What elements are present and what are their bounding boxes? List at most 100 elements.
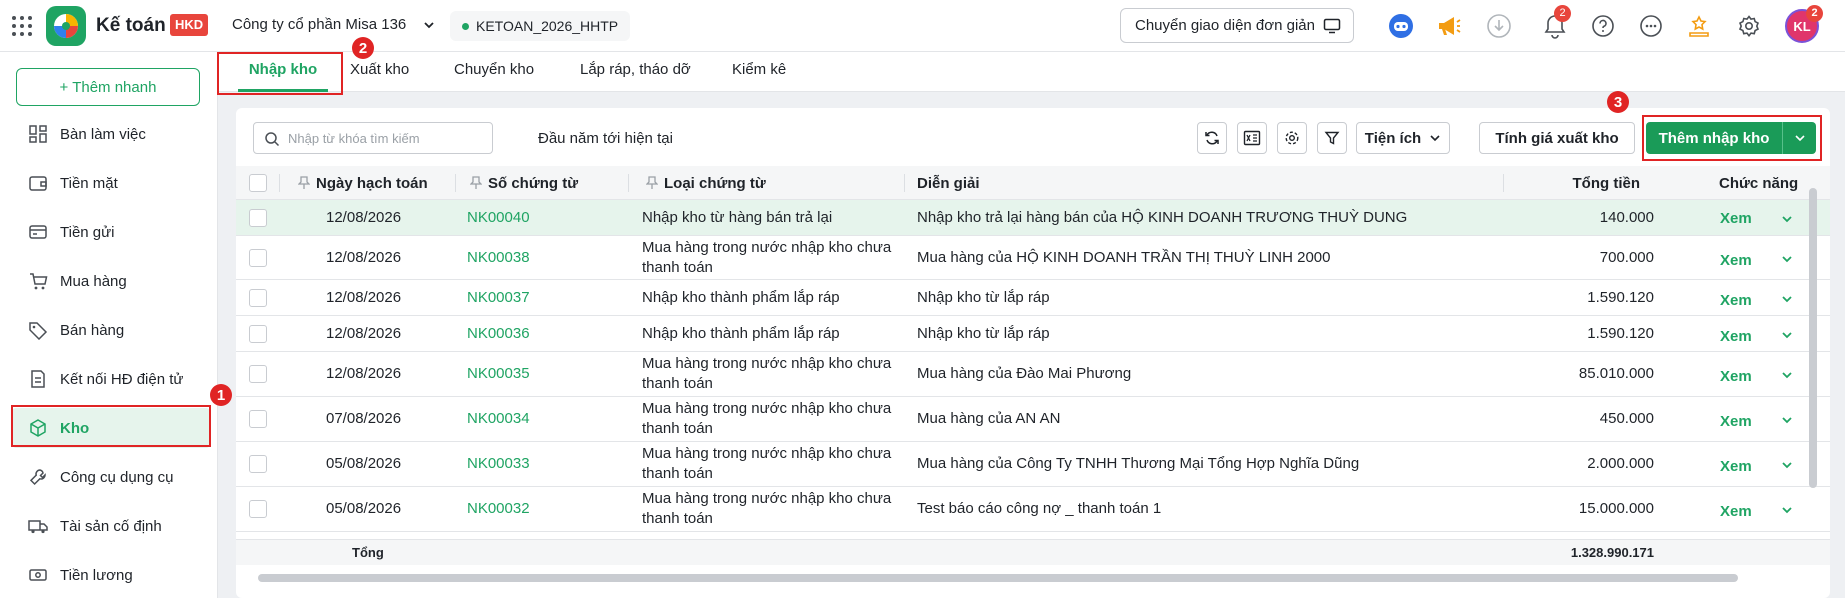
tab-assembly[interactable]: Lắp ráp, tháo dỡ <box>580 52 691 92</box>
row-checkbox[interactable] <box>249 365 267 383</box>
chevron-down-icon[interactable] <box>422 18 436 36</box>
sidebar-item-tools[interactable]: Công cụ dụng cụ <box>12 457 210 497</box>
sidebar-item-cash[interactable]: Tiền mặt <box>12 163 210 203</box>
cell-type: Nhập kho từ hàng bán trả lại <box>642 209 833 226</box>
col-desc-header[interactable]: Diễn giải <box>917 175 980 192</box>
view-link[interactable]: Xem <box>1720 328 1752 345</box>
table-row[interactable]: 12/08/2026 NK00035 Mua hàng trong nước n… <box>236 352 1830 397</box>
view-link[interactable]: Xem <box>1720 210 1752 227</box>
chevron-down-icon[interactable] <box>1781 213 1793 225</box>
table-row[interactable]: 05/08/2026 NK00033 Mua hàng trong nước n… <box>236 442 1830 487</box>
lamp-idea-icon[interactable] <box>1684 11 1714 41</box>
highlight-box-warehouse <box>11 405 211 447</box>
row-checkbox[interactable] <box>249 410 267 428</box>
col-total-header[interactable]: Tổng tiền <box>1573 175 1641 192</box>
sidebar-item-deposit[interactable]: Tiền gửi <box>12 212 210 252</box>
chevron-down-icon[interactable] <box>1781 253 1793 265</box>
row-checkbox[interactable] <box>249 325 267 343</box>
settings-button[interactable] <box>1277 122 1307 154</box>
tab-transfer[interactable]: Chuyển kho <box>454 52 534 92</box>
cell-number-link[interactable]: NK00035 <box>467 365 530 382</box>
cell-type: Mua hàng trong nước nhập kho chưa thanh … <box>642 400 892 437</box>
view-link[interactable]: Xem <box>1720 503 1752 520</box>
cell-number-link[interactable]: NK00033 <box>467 455 530 472</box>
period-filter[interactable]: Đầu năm tới hiện tại <box>538 130 673 147</box>
tab-inventory-check[interactable]: Kiểm kê <box>732 52 786 92</box>
cell-number-link[interactable]: NK00037 <box>467 289 530 306</box>
chevron-down-icon[interactable] <box>1781 369 1793 381</box>
highlight-box-add-receipt <box>1642 115 1822 161</box>
chevron-down-icon[interactable] <box>1781 504 1793 516</box>
table-row[interactable]: 05/08/2026 NK00032 Mua hàng trong nước n… <box>236 487 1830 532</box>
sidebar-item-label: Tiền lương <box>60 566 133 584</box>
sidebar-item-dashboard[interactable]: Bàn làm việc <box>12 114 210 154</box>
table-row[interactable]: 12/08/2026 NK00040 Nhập kho từ hàng bán … <box>236 200 1830 236</box>
row-checkbox[interactable] <box>249 455 267 473</box>
cell-number-link[interactable]: NK00034 <box>467 410 530 427</box>
user-avatar[interactable]: KL 2 <box>1785 5 1823 43</box>
sidebar-item-salary[interactable]: Tiền lương <box>12 555 210 595</box>
app-grid-icon[interactable] <box>12 16 32 36</box>
simple-ui-button[interactable]: Chuyển giao diện đơn giản <box>1120 8 1354 43</box>
cell-number-link[interactable]: NK00038 <box>467 249 530 266</box>
col-type-header[interactable]: Loại chứng từ <box>664 175 766 192</box>
step-1-marker: 1 <box>210 384 232 406</box>
cell-number-link[interactable]: NK00032 <box>467 500 530 517</box>
chevron-down-icon[interactable] <box>1781 459 1793 471</box>
column-divider <box>628 174 629 192</box>
view-link[interactable]: Xem <box>1720 458 1752 475</box>
company-selector[interactable]: Công ty cổ phần Misa 136 <box>232 16 406 33</box>
table-row[interactable]: 12/08/2026 NK00038 Mua hàng trong nước n… <box>236 236 1830 280</box>
cell-number-link[interactable]: NK00040 <box>467 209 530 226</box>
megaphone-icon[interactable] <box>1434 11 1464 41</box>
calc-issue-price-button[interactable]: Tính giá xuất kho <box>1479 122 1635 154</box>
simple-ui-label: Chuyển giao diện đơn giản <box>1135 17 1315 34</box>
cell-type: Nhập kho thành phẩm lắp ráp <box>642 289 840 306</box>
chevron-down-icon[interactable] <box>1781 293 1793 305</box>
utilities-button[interactable]: Tiện ích <box>1356 122 1450 154</box>
table-row[interactable]: 07/08/2026 NK00034 Mua hàng trong nước n… <box>236 397 1830 442</box>
help-icon[interactable] <box>1588 11 1618 41</box>
search-box[interactable] <box>253 122 493 154</box>
download-icon[interactable] <box>1484 11 1514 41</box>
chevron-down-icon[interactable] <box>1781 329 1793 341</box>
sidebar-item-sales[interactable]: Bán hàng <box>12 310 210 350</box>
view-link[interactable]: Xem <box>1720 368 1752 385</box>
cell-date: 12/08/2026 <box>326 249 402 266</box>
pin-icon[interactable] <box>470 176 482 190</box>
cell-date: 07/08/2026 <box>326 410 402 427</box>
row-checkbox[interactable] <box>249 500 267 518</box>
table-row[interactable]: 12/08/2026 NK00037 Nhập kho thành phẩm l… <box>236 280 1830 316</box>
cell-desc: Mua hàng của Công Ty TNHH Thương Mại Tổn… <box>917 455 1360 472</box>
search-input[interactable] <box>288 129 488 147</box>
view-link[interactable]: Xem <box>1720 413 1752 430</box>
horizontal-scrollbar[interactable] <box>258 574 1738 582</box>
row-checkbox[interactable] <box>249 209 267 227</box>
col-date-header[interactable]: Ngày hạch toán <box>316 175 428 192</box>
cell-date: 12/08/2026 <box>326 289 402 306</box>
sidebar-item-e-invoice[interactable]: Kết nối HĐ điện tử <box>12 359 210 399</box>
pin-icon[interactable] <box>646 176 658 190</box>
chevron-down-icon[interactable] <box>1781 414 1793 426</box>
assistant-bot-icon[interactable] <box>1386 11 1416 41</box>
row-checkbox[interactable] <box>249 289 267 307</box>
row-checkbox[interactable] <box>249 249 267 267</box>
sidebar-item-purchase[interactable]: Mua hàng <box>12 261 210 301</box>
vertical-scrollbar[interactable] <box>1809 188 1817 488</box>
cell-number-link[interactable]: NK00036 <box>467 325 530 342</box>
col-number-header[interactable]: Số chứng từ <box>488 175 578 192</box>
export-excel-button[interactable] <box>1237 122 1267 154</box>
select-all-checkbox[interactable] <box>249 174 267 192</box>
filter-button[interactable] <box>1317 122 1347 154</box>
pin-icon[interactable] <box>298 176 310 190</box>
quick-add-button[interactable]: + Thêm nhanh <box>16 68 200 106</box>
view-link[interactable]: Xem <box>1720 252 1752 269</box>
sidebar-item-fixed-assets[interactable]: Tài sản cố định <box>12 506 210 546</box>
refresh-button[interactable] <box>1197 122 1227 154</box>
sidebar: + Thêm nhanh Bàn làm việc Tiền mặt Tiền … <box>0 52 218 598</box>
more-options-icon[interactable] <box>1636 11 1666 41</box>
view-link[interactable]: Xem <box>1720 292 1752 309</box>
settings-gear-icon[interactable] <box>1734 11 1764 41</box>
notification-bell-icon[interactable]: 2 <box>1540 5 1571 41</box>
table-row[interactable]: 12/08/2026 NK00036 Nhập kho thành phẩm l… <box>236 316 1830 352</box>
